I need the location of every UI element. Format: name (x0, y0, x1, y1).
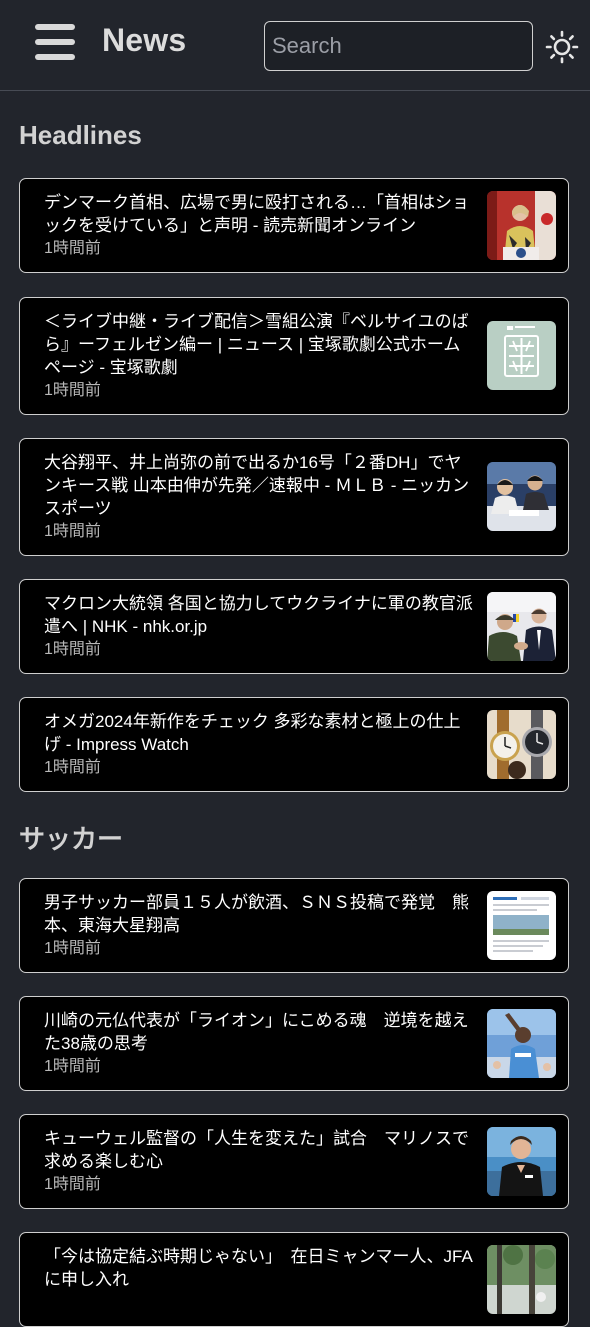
news-time: 1時間前 (44, 1176, 101, 1193)
news-title: オメガ2024年新作をチェック 多彩な素材と極上の仕上げ - Impress W… (44, 712, 461, 754)
news-title: マクロン大統領 各国と協力してウクライナに軍の教官派遣へ | NHK - nhk… (44, 594, 473, 636)
news-time: 1時間前 (44, 1058, 101, 1075)
wristwatches-photo (487, 710, 556, 779)
news-card[interactable]: キューウェル監督の「人生を変えた」試合 マリノスで求める楽しむ心 1時間前 (19, 1114, 569, 1209)
woman-at-podium-photo (487, 191, 556, 260)
news-article-screenshot (487, 891, 556, 960)
news-card[interactable]: 「今は協定結ぶ時期じゃない」 在日ミャンマー人、JFAに申し入れ (19, 1232, 569, 1327)
news-title: デンマーク首相、広場で男に殴打される…「首相はショックを受けている」と声明 - … (44, 193, 469, 235)
news-time: 1時間前 (44, 641, 101, 658)
sun-icon[interactable] (545, 30, 579, 64)
leaders-handshake-photo (487, 592, 556, 661)
stadium-spectators-photo (487, 462, 556, 531)
news-title: 川崎の元仏代表が「ライオン」にこめる魂 逆境を越えた38歳の思考 (44, 1011, 469, 1053)
news-card[interactable]: デンマーク首相、広場で男に殴打される…「首相はショックを受けている」と声明 - … (19, 178, 569, 273)
news-title: 男子サッカー部員１５人が飲酒、ＳＮＳ投稿で発覚 熊本、東海大星翔高 (44, 893, 469, 935)
takarazuka-logo (487, 321, 556, 390)
news-card-text: 「今は協定結ぶ時期じゃない」 在日ミャンマー人、JFAに申し入れ (44, 1245, 476, 1292)
section-title-soccer: サッカー (19, 824, 124, 854)
news-title: キューウェル監督の「人生を変えた」試合 マリノスで求める楽しむ心 (44, 1129, 469, 1171)
news-card-text: マクロン大統領 各国と協力してウクライナに軍の教官派遣へ | NHK - nhk… (44, 592, 476, 660)
news-card-text: 男子サッカー部員１５人が飲酒、ＳＮＳ投稿で発覚 熊本、東海大星翔高 1時間前 (44, 891, 476, 959)
news-card-text: 大谷翔平、井上尚弥の前で出るか16号「２番DH」でヤンキース戦 山本由伸が先発／… (44, 451, 476, 542)
news-card-text: デンマーク首相、広場で男に殴打される…「首相はショックを受けている」と声明 - … (44, 191, 476, 259)
player-celebrating-photo (487, 1009, 556, 1078)
news-card[interactable]: 川崎の元仏代表が「ライオン」にこめる魂 逆境を越えた38歳の思考 1時間前 (19, 996, 569, 1091)
top-bar: News (0, 0, 590, 91)
news-time: 1時間前 (44, 240, 101, 257)
news-title: 大谷翔平、井上尚弥の前で出るか16号「２番DH」でヤンキース戦 山本由伸が先発／… (44, 453, 470, 518)
news-card-text: ＜ライブ中継・ライブ配信＞雪組公演『ベルサイユのばら』ーフェルゼン編ー | ニュ… (44, 310, 476, 401)
news-title: 「今は協定結ぶ時期じゃない」 在日ミャンマー人、JFAに申し入れ (44, 1247, 473, 1289)
news-card[interactable]: ＜ライブ中継・ライブ配信＞雪組公演『ベルサイユのばら』ーフェルゼン編ー | ニュ… (19, 297, 569, 415)
news-card-text: 川崎の元仏代表が「ライオン」にこめる魂 逆境を越えた38歳の思考 1時間前 (44, 1009, 476, 1077)
news-time: 1時間前 (44, 759, 101, 776)
news-card-text: キューウェル監督の「人生を変えた」試合 マリノスで求める楽しむ心 1時間前 (44, 1127, 476, 1195)
section-title-headlines: Headlines (19, 120, 142, 150)
street-trees-photo (487, 1245, 556, 1314)
news-card[interactable]: 大谷翔平、井上尚弥の前で出るか16号「２番DH」でヤンキース戦 山本由伸が先発／… (19, 438, 569, 556)
news-card[interactable]: マクロン大統領 各国と協力してウクライナに軍の教官派遣へ | NHK - nhk… (19, 579, 569, 674)
news-card[interactable]: 男子サッカー部員１５人が飲酒、ＳＮＳ投稿で発覚 熊本、東海大星翔高 1時間前 (19, 878, 569, 973)
news-time: 1時間前 (44, 382, 101, 399)
news-card-text: オメガ2024年新作をチェック 多彩な素材と極上の仕上げ - Impress W… (44, 710, 476, 778)
coach-portrait-photo (487, 1127, 556, 1196)
news-time: 1時間前 (44, 523, 101, 540)
hamburger-menu-icon[interactable] (33, 24, 77, 62)
search-input[interactable] (264, 21, 533, 71)
news-card[interactable]: オメガ2024年新作をチェック 多彩な素材と極上の仕上げ - Impress W… (19, 697, 569, 792)
news-title: ＜ライブ中継・ライブ配信＞雪組公演『ベルサイユのばら』ーフェルゼン編ー | ニュ… (44, 312, 469, 377)
app-title: News (102, 22, 187, 58)
news-time: 1時間前 (44, 940, 101, 957)
